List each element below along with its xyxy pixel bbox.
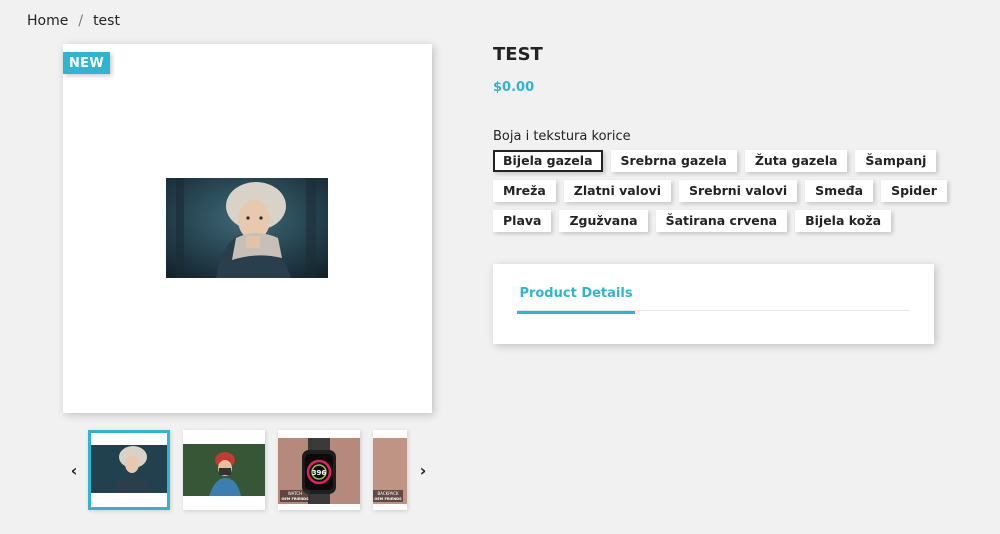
- breadcrumb-current-link[interactable]: test: [93, 13, 120, 29]
- chevron-left-icon[interactable]: ‹: [65, 458, 83, 482]
- variant-option[interactable]: Bijela gazela: [493, 150, 603, 172]
- variant-row: Plava Zgužvana Šatirana crvena Bijela ko…: [493, 210, 933, 232]
- product-title: TEST: [493, 44, 543, 65]
- variant-option[interactable]: Spider: [881, 180, 947, 202]
- product-photo: [166, 178, 328, 278]
- watch-subcaption: OEM FRIENDS: [281, 497, 309, 501]
- backpack-caption: BACKPACK: [377, 491, 398, 496]
- backpack-subcaption: OEM FRIENDS: [374, 497, 402, 501]
- new-badge: NEW: [63, 52, 110, 74]
- variant-option[interactable]: Srebrni valovi: [678, 180, 798, 202]
- variant-option[interactable]: Srebrna gazela: [610, 150, 737, 172]
- variant-option[interactable]: Žuta gazela: [744, 150, 848, 172]
- variant-option[interactable]: Mreža: [493, 180, 556, 202]
- variant-option[interactable]: Zlatni valovi: [563, 180, 671, 202]
- variant-row: Mreža Zlatni valovi Srebrni valovi Smeđa…: [493, 180, 947, 202]
- breadcrumb-home-link[interactable]: Home: [27, 13, 68, 29]
- variant-option[interactable]: Šatirana crvena: [655, 210, 788, 232]
- tab-product-details[interactable]: Product Details: [517, 286, 635, 314]
- variant-option[interactable]: Plava: [493, 210, 552, 232]
- thumbnail-watch[interactable]: 396 WATCH OEM FRIENDS: [278, 430, 360, 510]
- variant-option[interactable]: Šampanj: [855, 150, 937, 172]
- product-price: $0.00: [493, 80, 535, 95]
- variant-options: Bijela gazela Srebrna gazela Žuta gazela…: [493, 150, 947, 240]
- chevron-right-icon[interactable]: ›: [414, 458, 432, 482]
- variant-option[interactable]: Smeđa: [805, 180, 874, 202]
- thumbnail-woman-camera[interactable]: [183, 430, 265, 510]
- watch-caption: WATCH: [288, 491, 302, 496]
- variant-row: Bijela gazela Srebrna gazela Žuta gazela…: [493, 150, 937, 172]
- breadcrumb: Home / test: [27, 13, 120, 29]
- variant-option[interactable]: Bijela koža: [795, 210, 892, 232]
- thumbnail-backpack[interactable]: BACKPACK OEM FRIENDS: [373, 430, 407, 510]
- thumbnail-woman-hood[interactable]: [88, 430, 170, 510]
- thumbnail-carousel: ‹ 396 WATCH OEM FRIENDS BACKPACK OEM FRI…: [63, 428, 432, 514]
- product-main-image[interactable]: NEW: [63, 44, 432, 413]
- variant-option[interactable]: Zgužvana: [559, 210, 648, 232]
- breadcrumb-separator: /: [78, 13, 84, 29]
- variant-group-label: Boja i tekstura korice: [493, 129, 631, 144]
- watch-display-text: 396: [312, 469, 327, 477]
- product-tabs-card: Product Details: [493, 264, 934, 344]
